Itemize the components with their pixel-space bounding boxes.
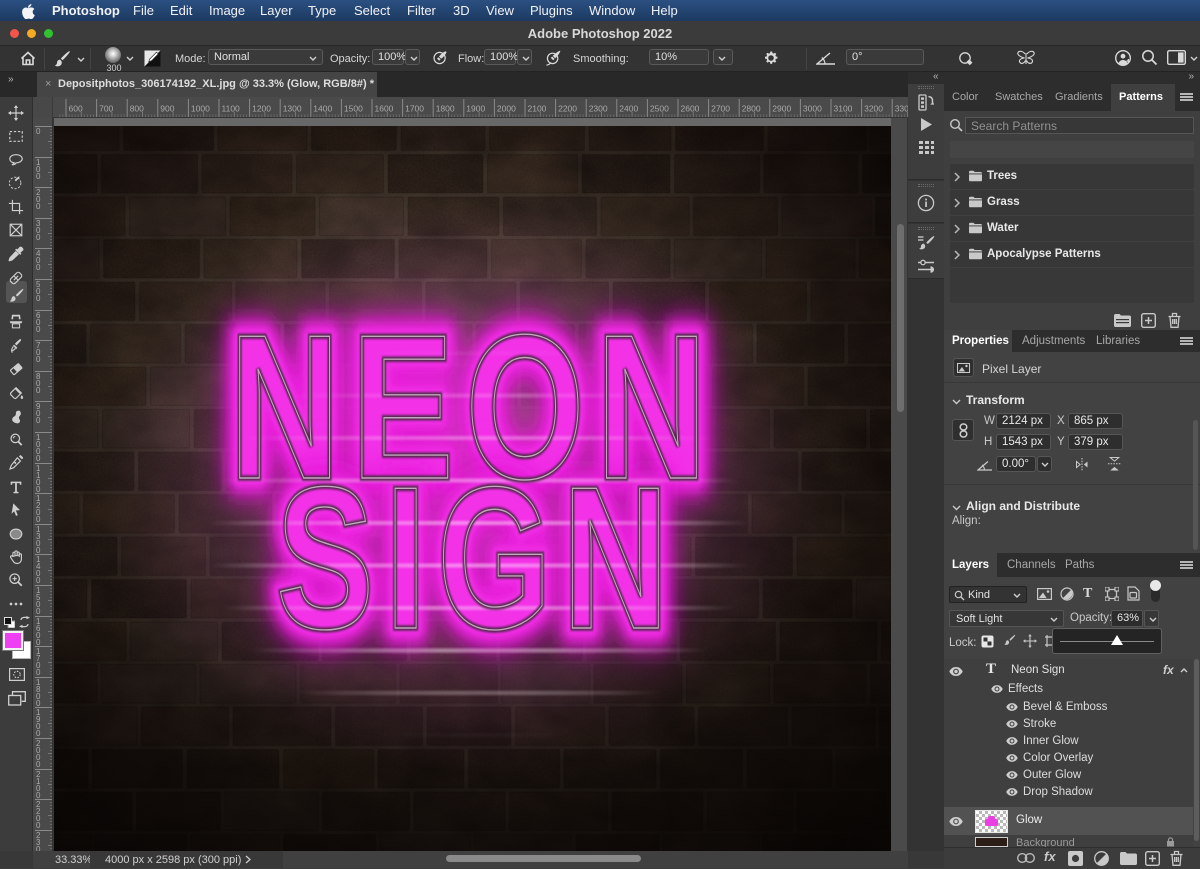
svg-text:1900: 1900 [466, 104, 485, 114]
svg-text:1400: 1400 [313, 104, 332, 114]
svg-text:2400: 2400 [619, 104, 638, 114]
svg-text:2600: 2600 [681, 104, 700, 114]
svg-text:1500: 1500 [344, 104, 363, 114]
svg-text:3100: 3100 [834, 104, 853, 114]
svg-text:1700: 1700 [405, 104, 424, 114]
svg-text:1300: 1300 [283, 104, 302, 114]
svg-text:SIGN: SIGN [276, 446, 679, 672]
svg-text:2900: 2900 [772, 104, 791, 114]
svg-text:900: 900 [160, 104, 174, 114]
svg-text:2500: 2500 [650, 104, 669, 114]
svg-text:2000: 2000 [497, 104, 516, 114]
svg-text:1100: 1100 [222, 104, 241, 114]
svg-text:2200: 2200 [558, 104, 577, 114]
svg-text:3000: 3000 [803, 104, 822, 114]
svg-text:700: 700 [99, 104, 113, 114]
svg-text:3300: 3300 [895, 104, 908, 114]
svg-text:1200: 1200 [252, 104, 271, 114]
svg-text:1600: 1600 [375, 104, 394, 114]
svg-text:2800: 2800 [742, 104, 761, 114]
svg-text:1000: 1000 [191, 104, 210, 114]
svg-text:600: 600 [69, 104, 83, 114]
svg-text:1800: 1800 [436, 104, 455, 114]
svg-text:2700: 2700 [711, 104, 730, 114]
svg-text:800: 800 [130, 104, 144, 114]
svg-text:3200: 3200 [864, 104, 883, 114]
svg-text:2100: 2100 [528, 104, 547, 114]
svg-text:2300: 2300 [589, 104, 608, 114]
